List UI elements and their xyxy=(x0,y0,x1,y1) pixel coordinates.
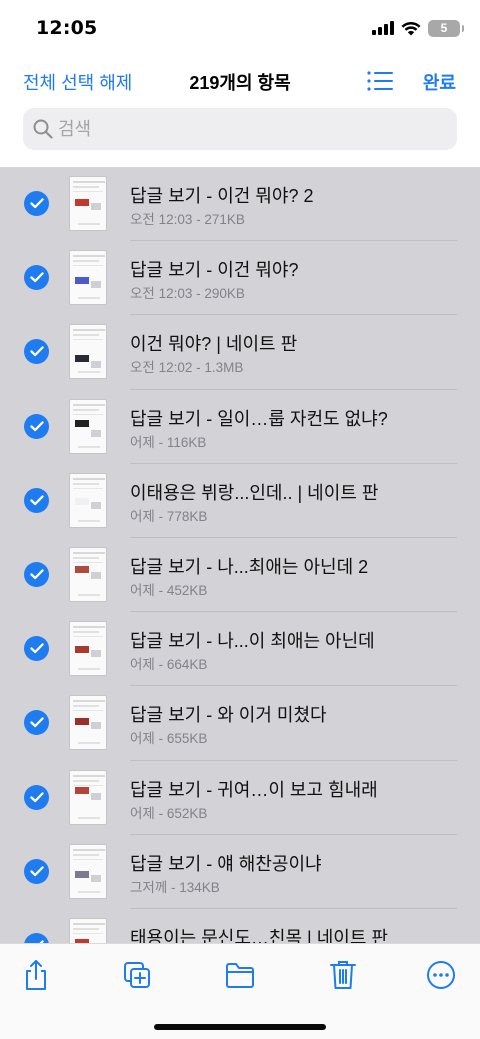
done-button[interactable]: 완료 xyxy=(423,69,456,95)
search-input[interactable] xyxy=(58,118,438,140)
document-thumbnail xyxy=(69,250,107,306)
more-button[interactable] xyxy=(424,958,458,992)
list-item[interactable]: 답글 보기 - 귀여…이 보고 힘내래어제 - 652KB xyxy=(0,761,480,835)
battery-icon: 5 xyxy=(428,19,464,37)
document-thumbnail xyxy=(69,917,107,943)
item-title: 답글 보기 - 이건 뭐야? 2 xyxy=(130,186,314,206)
list-item[interactable]: 이건 뭐야? | 네이트 판오전 12:02 - 1.3MB xyxy=(0,315,480,390)
selected-checkmark-icon[interactable] xyxy=(24,487,49,513)
item-title: 답글 보기 - 이건 뭐야? xyxy=(130,260,299,281)
document-thumbnail xyxy=(69,472,107,528)
delete-button[interactable] xyxy=(326,958,360,992)
list-item[interactable]: 답글 보기 - 이건 뭐야? 오전 12:03 - 290KB xyxy=(0,241,480,316)
list-item[interactable]: 답글 보기 - 와 이거 미쳤다어제 - 655KB xyxy=(0,686,480,761)
item-title: 태용이는 문신도…친목 | 네이트 판 xyxy=(130,927,388,943)
selected-checkmark-icon[interactable] xyxy=(24,784,49,810)
item-title: 답글 보기 - 나...이 최애는 아닌데 xyxy=(130,631,375,652)
list-item[interactable]: 답글 보기 - 나...최애는 아닌데 2 어제 - 452KB xyxy=(0,538,480,613)
page-title: 219개의 항목 xyxy=(189,73,291,93)
selected-checkmark-icon[interactable] xyxy=(24,858,49,884)
item-title: 답글 보기 - 일이…룹 자컨도 없냐? xyxy=(130,408,388,429)
list-item[interactable]: 답글 보기 - 이건 뭐야? 2 오전 12:03 - 271KB xyxy=(0,167,480,242)
item-title: 이건 뭐야? | 네이트 판 xyxy=(130,334,298,355)
item-subtitle: 오전 12:03 - 290KB xyxy=(130,286,245,302)
item-title: 이태용은 뷔랑...인데.. | 네이트 판 xyxy=(130,482,379,503)
navigation-bar: 전체 선택 해제 219개의 항목 완료 xyxy=(0,58,480,104)
status-time: 12:05 xyxy=(36,17,98,39)
cellular-signal-icon xyxy=(372,21,394,35)
document-thumbnail xyxy=(69,621,107,677)
more-icon xyxy=(427,961,455,989)
selected-checkmark-icon[interactable] xyxy=(24,339,49,365)
item-subtitle: 오전 12:02 - 1.3MB xyxy=(130,360,244,376)
duplicate-icon xyxy=(124,962,150,988)
item-title: 답글 보기 - 얘 해찬공이냐 xyxy=(130,853,322,874)
document-thumbnail xyxy=(69,324,107,380)
status-icons: 5 xyxy=(372,19,464,37)
bottom-toolbar xyxy=(0,943,480,1039)
item-subtitle: 어제 - 664KB xyxy=(130,657,208,673)
list-item[interactable]: 이태용은 뷔랑...인데.. | 네이트 판어제 - 778KB xyxy=(0,464,480,538)
item-title: 답글 보기 - 귀여…이 보고 힘내래 xyxy=(130,779,378,800)
document-thumbnail xyxy=(69,695,107,751)
list-item[interactable]: 답글 보기 - 일이…룹 자컨도 없냐? 어제 - 116KB xyxy=(0,390,480,464)
selected-checkmark-icon[interactable] xyxy=(24,636,49,662)
selected-checkmark-icon[interactable] xyxy=(24,191,49,216)
folder-icon xyxy=(226,963,254,988)
selected-checkmark-icon[interactable] xyxy=(24,413,49,439)
share-button[interactable] xyxy=(19,958,53,992)
item-title: 답글 보기 - 나...최애는 아닌데 2 xyxy=(130,556,369,577)
document-thumbnail xyxy=(69,769,107,825)
status-bar: 12:05 5 xyxy=(0,0,480,58)
item-subtitle: 오전 12:03 - 271KB xyxy=(130,212,245,227)
document-thumbnail xyxy=(69,398,107,454)
document-thumbnail xyxy=(69,843,107,899)
item-subtitle: 어제 - 655KB xyxy=(130,731,208,747)
wifi-icon xyxy=(401,21,421,35)
item-subtitle: 그저께 - 134KB xyxy=(130,879,220,895)
search-icon xyxy=(33,119,53,139)
item-subtitle: 어제 - 116KB xyxy=(130,434,207,450)
selected-checkmark-icon[interactable] xyxy=(24,710,49,736)
list-item[interactable]: 태용이는 문신도…친목 | 네이트 판 xyxy=(0,909,480,943)
search-bar[interactable] xyxy=(23,108,457,150)
document-thumbnail xyxy=(69,176,107,231)
list-item[interactable]: 답글 보기 - 얘 해찬공이냐그저께 - 134KB xyxy=(0,835,480,909)
document-thumbnail xyxy=(69,546,107,602)
item-title: 답글 보기 - 와 이거 미쳤다 xyxy=(130,705,327,726)
list-view-icon[interactable] xyxy=(366,68,394,94)
share-icon xyxy=(26,960,46,990)
item-subtitle: 어제 - 652KB xyxy=(130,805,208,821)
battery-level: 5 xyxy=(440,21,448,35)
selected-checkmark-icon[interactable] xyxy=(24,561,49,587)
item-subtitle: 어제 - 778KB xyxy=(130,508,208,524)
file-list: 답글 보기 - 이건 뭐야? 2 오전 12:03 - 271KB 답글 보기 - … xyxy=(0,167,480,943)
move-to-folder-button[interactable] xyxy=(223,958,257,992)
item-subtitle: 어제 - 452KB xyxy=(130,582,208,598)
selected-checkmark-icon[interactable] xyxy=(24,265,49,291)
selected-checkmark-icon[interactable] xyxy=(24,932,49,943)
trash-icon xyxy=(330,961,356,989)
duplicate-button[interactable] xyxy=(120,958,154,992)
home-indicator xyxy=(154,1024,326,1030)
list-item[interactable]: 답글 보기 - 나...이 최애는 아닌데어제 - 664KB xyxy=(0,612,480,687)
